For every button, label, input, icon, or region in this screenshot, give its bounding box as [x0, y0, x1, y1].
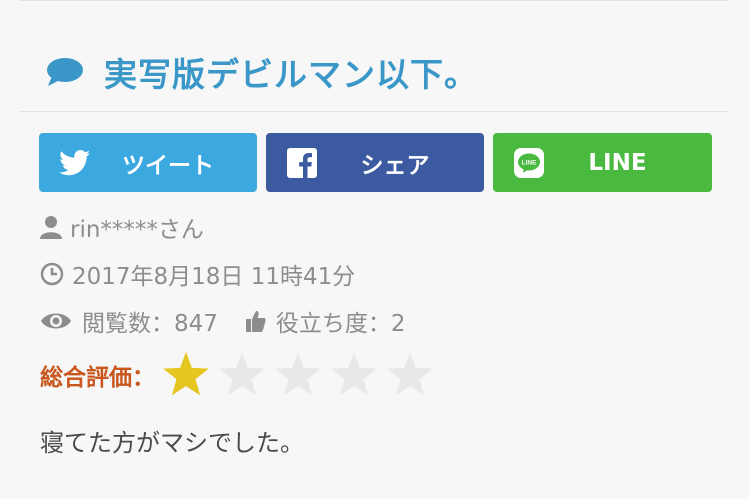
view-count: 閲覧数：847 [40, 304, 218, 338]
star-empty-icon [331, 352, 377, 396]
review-stats: 閲覧数：847 役立ち度：2 [40, 304, 434, 338]
speech-bubble-icon [44, 56, 84, 88]
line-share-button[interactable]: LINE LINE [493, 133, 712, 192]
twitter-share-button[interactable]: ツイート [39, 133, 257, 192]
star-empty-icon [275, 352, 321, 396]
facebook-share-button[interactable]: シェア [266, 133, 484, 192]
thumbs-up-icon [245, 310, 266, 332]
review-comment: 寝てた方がマシでした。 [40, 429, 304, 457]
share-buttons: ツイート シェア LINE LINE [39, 133, 712, 192]
svg-text:LINE: LINE [522, 160, 537, 167]
eye-icon [40, 310, 72, 332]
author-name: rin*****さん [70, 217, 204, 243]
review-header: 実写版デビルマン以下。 [44, 42, 729, 102]
clock-icon [40, 262, 64, 286]
overall-rating: 総合評価： [40, 350, 435, 400]
review-author: rin*****さん [40, 210, 204, 244]
line-icon: LINE [513, 147, 545, 179]
star-empty-icon [219, 352, 265, 396]
star-rating [161, 350, 435, 400]
title-divider [20, 111, 729, 112]
user-icon [40, 215, 62, 239]
review-page: 実写版デビルマン以下。 ツイート シェア LINE LINE rin*****さ… [0, 0, 749, 499]
review-title: 実写版デビルマン以下。 [104, 55, 478, 94]
date-text: 2017年8月18日 11時41分 [72, 264, 356, 290]
top-divider [20, 0, 729, 1]
view-count-text: 閲覧数：847 [82, 311, 218, 337]
review-date: 2017年8月18日 11時41分 [40, 257, 355, 291]
facebook-icon [286, 147, 318, 179]
rating-label: 総合評価： [40, 365, 155, 391]
helpful-count: 役立ち度：2 [245, 304, 406, 338]
twitter-bird-icon [59, 147, 91, 179]
star-filled-icon [163, 352, 209, 396]
star-empty-icon [387, 352, 433, 396]
helpful-count-text: 役立ち度：2 [275, 311, 406, 337]
